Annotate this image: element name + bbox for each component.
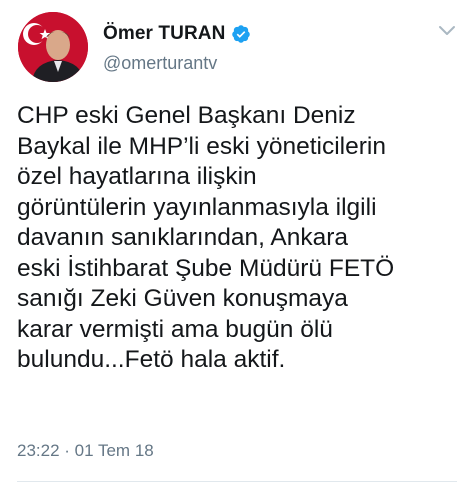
divider [17, 481, 457, 482]
tweet-timestamp[interactable]: 23:22 · 01 Tem 18 [17, 441, 154, 461]
avatar[interactable] [18, 12, 88, 82]
tweet-text: CHP eski Genel Başkanı Deniz Baykal ile … [17, 102, 395, 373]
user-handle[interactable]: @omerturantv [103, 53, 217, 74]
name-row: Ömer TURAN [103, 21, 251, 47]
chevron-down-icon[interactable] [438, 24, 456, 36]
tweet-card: Ömer TURAN @omerturantv CHP eski Genel B… [0, 0, 474, 497]
verified-badge-icon [231, 24, 251, 44]
display-name[interactable]: Ömer TURAN [103, 23, 225, 45]
avatar-image [18, 12, 88, 82]
